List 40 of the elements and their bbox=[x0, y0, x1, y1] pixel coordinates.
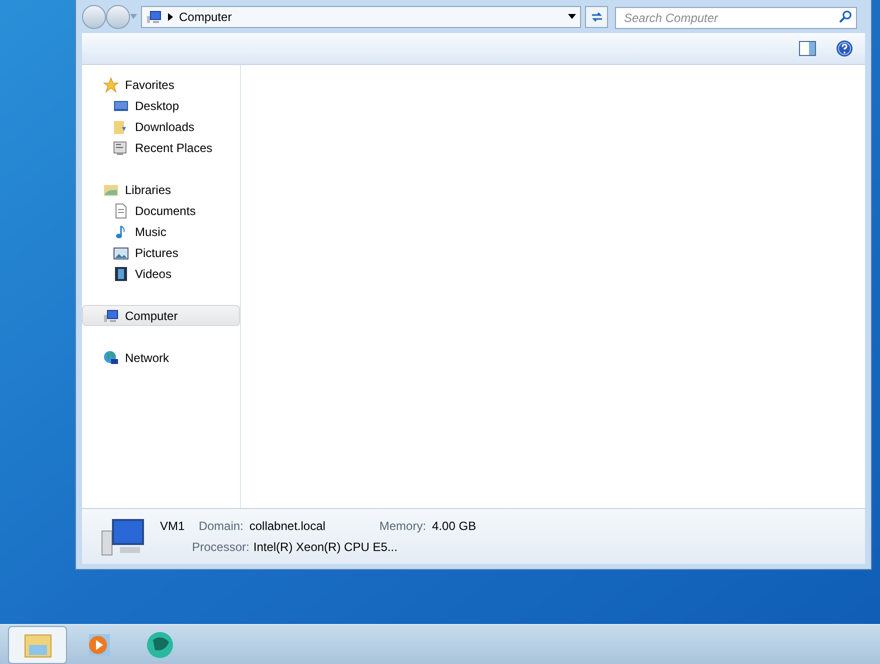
preview-pane-icon[interactable] bbox=[799, 41, 816, 56]
nav-item[interactable]: Favorites bbox=[82, 74, 240, 95]
taskbar-button[interactable] bbox=[8, 626, 67, 664]
nav-item[interactable]: Music bbox=[82, 221, 240, 242]
film-icon bbox=[113, 266, 129, 282]
address-text: Computer bbox=[179, 8, 233, 26]
nav-item[interactable]: Network bbox=[82, 347, 240, 368]
help-icon[interactable] bbox=[836, 40, 853, 57]
detail-label: Processor: bbox=[192, 539, 250, 556]
nav-item[interactable]: Recent Places bbox=[82, 137, 240, 158]
caret-icon[interactable] bbox=[568, 14, 576, 19]
detail-label: Memory: bbox=[379, 518, 426, 535]
document-icon bbox=[113, 202, 129, 218]
nav-item[interactable]: Desktop bbox=[82, 95, 240, 116]
detail-value: Intel(R) Xeon(R) CPU E5... bbox=[253, 539, 398, 556]
search-field[interactable]: Search Computer bbox=[615, 6, 857, 28]
folder-icon bbox=[113, 118, 129, 134]
forward-button[interactable] bbox=[106, 4, 130, 28]
nav-item[interactable]: Computer bbox=[82, 305, 240, 326]
back-button[interactable] bbox=[82, 4, 106, 28]
star-icon bbox=[103, 76, 119, 92]
chevron-right-icon bbox=[168, 12, 173, 20]
nav-item[interactable]: Videos bbox=[82, 263, 240, 284]
detail-value: 4.00 GB bbox=[432, 518, 476, 535]
nav-item[interactable]: Downloads bbox=[82, 116, 240, 137]
picture-icon bbox=[113, 244, 129, 260]
refresh-icon bbox=[590, 10, 604, 22]
search-icon[interactable] bbox=[839, 10, 852, 22]
nav-item[interactable]: Pictures bbox=[82, 242, 240, 263]
nav-item[interactable]: Documents bbox=[82, 200, 240, 221]
detail-value: collabnet.local bbox=[249, 518, 326, 535]
computer-icon bbox=[146, 8, 162, 24]
computer-icon bbox=[100, 516, 146, 556]
computer-name: VM1 bbox=[160, 518, 185, 535]
address-bar[interactable]: Computer bbox=[141, 6, 581, 28]
computer-icon bbox=[103, 308, 119, 324]
globe-icon bbox=[103, 350, 119, 366]
nav-item[interactable]: Libraries bbox=[82, 179, 240, 200]
refresh-button[interactable] bbox=[585, 6, 608, 28]
detail-label: Domain: bbox=[198, 518, 244, 535]
